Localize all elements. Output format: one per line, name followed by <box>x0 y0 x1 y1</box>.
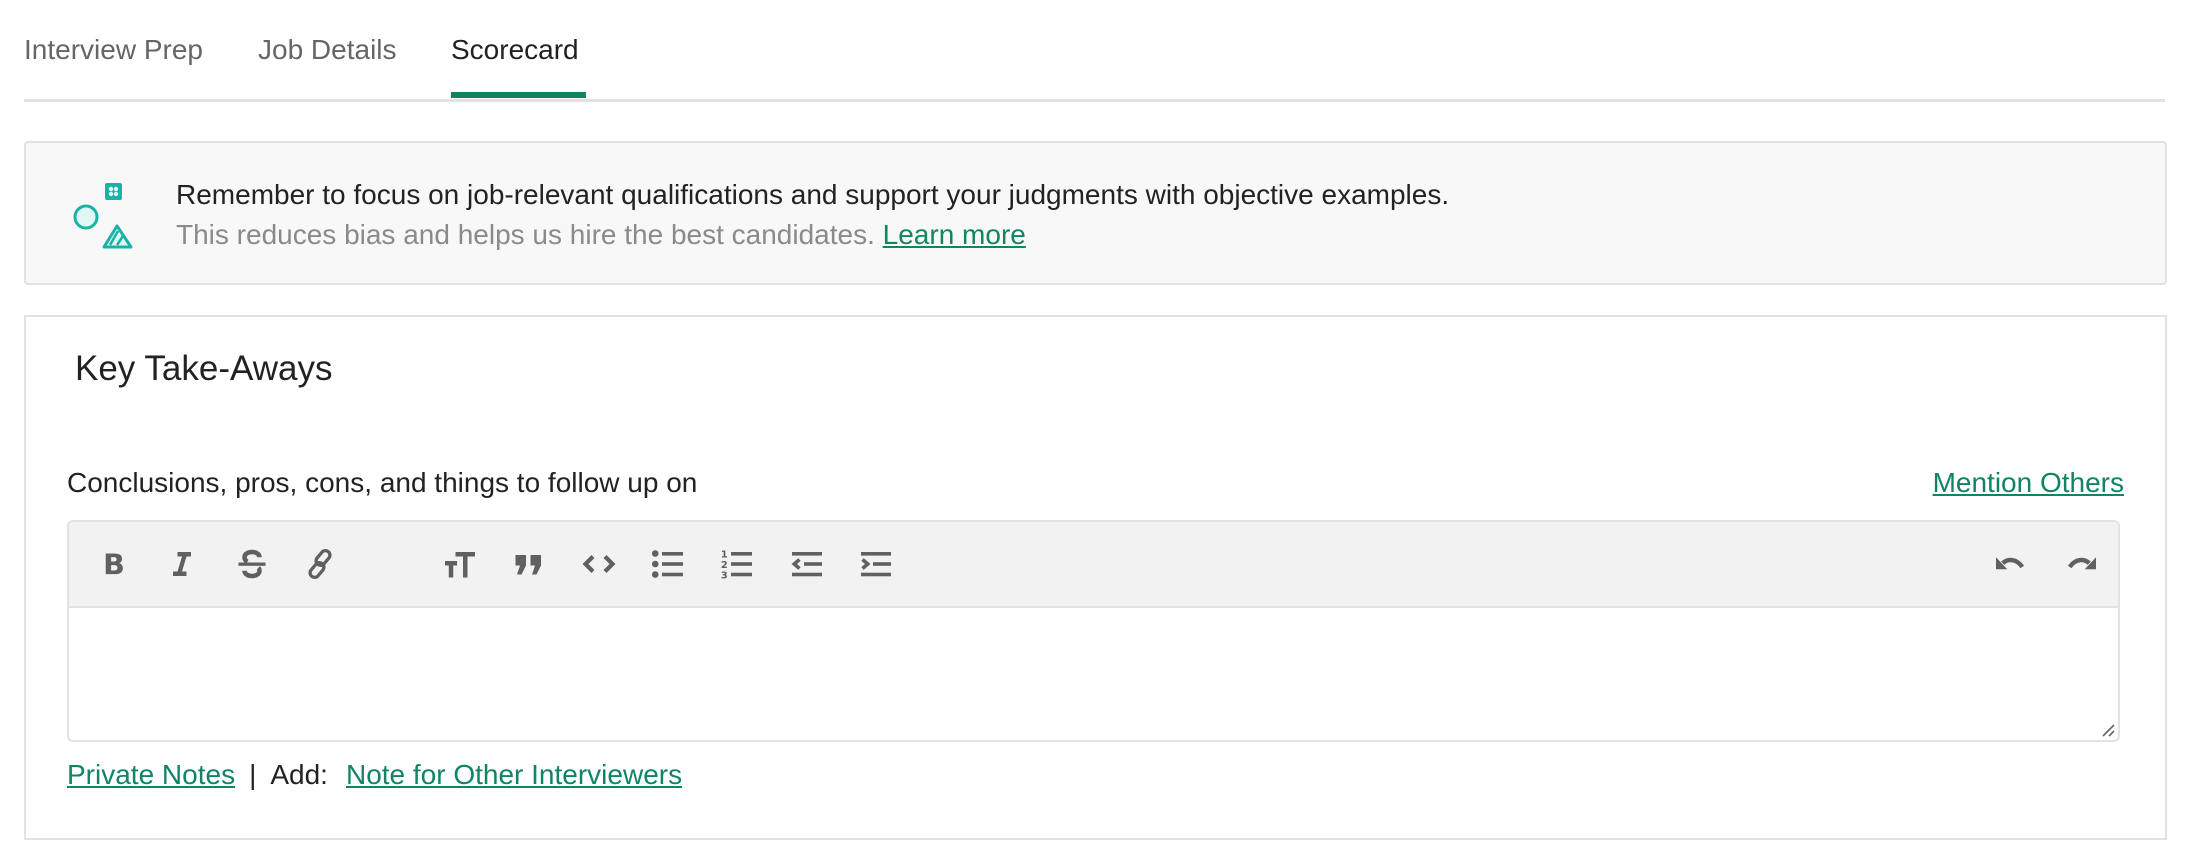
svg-text:3: 3 <box>721 570 728 581</box>
svg-text:2: 2 <box>721 560 728 571</box>
code-icon <box>582 555 616 573</box>
undo-button[interactable] <box>1991 544 2031 584</box>
tab-bar: Interview Prep Job Details Scorecard <box>24 0 2165 102</box>
bold-button[interactable]: B <box>94 544 134 584</box>
bulleted-list-button[interactable] <box>648 544 688 584</box>
takeaways-text-area[interactable] <box>69 608 2118 740</box>
learn-more-link[interactable]: Learn more <box>883 219 1026 250</box>
note-for-other-interviewers-link[interactable]: Note for Other Interviewers <box>346 759 682 790</box>
numbered-list-button[interactable]: 123 <box>717 544 757 584</box>
svg-text:1: 1 <box>721 549 728 560</box>
separator: | <box>249 759 257 790</box>
indent-button[interactable] <box>856 544 896 584</box>
link-icon <box>308 548 332 580</box>
tab-interview-prep[interactable]: Interview Prep <box>24 32 203 68</box>
quote-icon <box>515 555 541 575</box>
resize-handle-icon[interactable] <box>2100 722 2116 738</box>
indent-icon <box>861 552 891 577</box>
redo-button[interactable] <box>2061 544 2101 584</box>
private-notes-link[interactable]: Private Notes <box>67 759 235 790</box>
tab-scorecard[interactable]: Scorecard <box>451 32 579 68</box>
mention-others-link[interactable]: Mention Others <box>1933 465 2124 501</box>
banner-message: Remember to focus on job-relevant qualif… <box>176 179 1450 210</box>
strikethrough-button[interactable] <box>232 544 272 584</box>
editor-toolbar: B 1 2 3 <box>69 522 2118 608</box>
redo-icon <box>2067 557 2096 570</box>
heading-button[interactable] <box>440 544 480 584</box>
tab-job-details[interactable]: Job Details <box>258 32 397 68</box>
code-button[interactable] <box>579 544 619 584</box>
bias-reminder-banner: Remember to focus on job-relevant qualif… <box>24 141 2167 285</box>
bold-icon: B <box>103 549 125 582</box>
italic-button[interactable] <box>162 544 202 584</box>
link-button[interactable] <box>300 544 340 584</box>
key-takeaways-panel: Key Take-Aways Conclusions, pros, cons, … <box>24 315 2167 840</box>
quote-button[interactable] <box>509 544 549 584</box>
svg-text:B: B <box>103 549 125 582</box>
active-tab-indicator <box>451 92 586 98</box>
numbered-list-icon: 123 <box>721 549 752 581</box>
notes-footer: Private Notes | Add: Note for Other Intervi… <box>67 757 682 793</box>
shapes-icon <box>73 183 133 249</box>
banner-submessage: This reduces bias and helps us hire the … <box>176 219 875 250</box>
panel-title: Key Take-Aways <box>75 349 333 388</box>
strikethrough-icon <box>238 549 266 579</box>
add-label: Add: <box>270 759 328 790</box>
italic-icon <box>173 552 191 576</box>
bulleted-list-icon <box>651 550 683 578</box>
undo-icon <box>1996 557 2025 570</box>
rich-text-editor: B 1 2 3 <box>67 520 2120 742</box>
outdent-icon <box>791 552 822 577</box>
field-label: Conclusions, pros, cons, and things to f… <box>67 467 698 498</box>
heading-icon <box>445 552 475 578</box>
outdent-button[interactable] <box>787 544 827 584</box>
